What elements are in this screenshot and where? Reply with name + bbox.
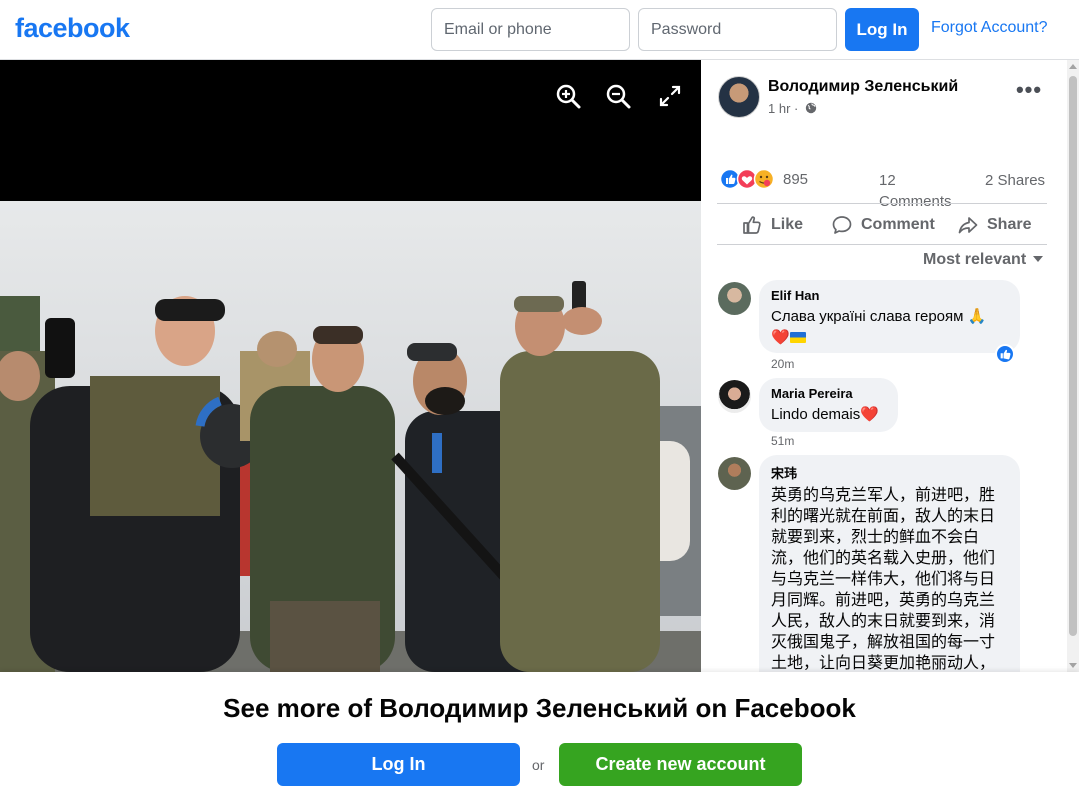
or-separator: or [532, 757, 545, 773]
scroll-down-icon[interactable] [1069, 663, 1077, 668]
commenter-name[interactable]: Elif Han [771, 288, 1008, 303]
chevron-down-icon[interactable] [1033, 256, 1043, 262]
comment-button[interactable]: Comment [831, 210, 935, 240]
like-reaction-badge[interactable] [995, 344, 1015, 364]
photo-viewer [0, 60, 701, 672]
post-time[interactable]: 1 hr · [768, 101, 798, 116]
zoom-out-icon[interactable] [604, 82, 632, 110]
facebook-logo[interactable]: facebook [15, 13, 130, 44]
comment-bubble: Maria Pereira Lindo demais❤️ [759, 378, 898, 432]
post-photo[interactable] [0, 201, 701, 672]
panel-scrollbar[interactable] [1067, 60, 1079, 672]
commenter-avatar[interactable] [718, 380, 751, 413]
more-options-button[interactable]: ••• [1015, 79, 1043, 108]
like-button[interactable]: Like [741, 210, 803, 240]
sort-comments-dropdown[interactable]: Most relevant [923, 251, 1026, 269]
divider [717, 203, 1047, 204]
like-label: Like [771, 216, 804, 233]
top-bar: facebook Log In Forgot Account? [0, 0, 1079, 60]
comment-icon [832, 216, 852, 234]
cta-login-button[interactable]: Log In [277, 743, 520, 786]
login-prompt-banner: See more of Володимир Зеленський on Face… [0, 672, 1079, 800]
comment-time[interactable]: 51m [771, 434, 794, 448]
commenter-name[interactable]: Maria Pereira [771, 386, 886, 401]
share-label: Share [987, 216, 1032, 233]
author-name[interactable]: Володимир Зеленський [768, 78, 958, 96]
reaction-count[interactable]: 895 [783, 171, 808, 188]
comment-label: Comment [861, 216, 935, 233]
globe-icon [805, 102, 817, 114]
commenter-avatar[interactable] [718, 282, 751, 315]
comments-count[interactable]: 12 Comments [879, 170, 969, 212]
commenter-avatar[interactable] [718, 457, 751, 490]
zoom-in-icon[interactable] [554, 82, 582, 110]
comment-text: 英勇的乌克兰军人，前进吧，胜利的曙光就在前面，敌人的末日就要到来，烈士的鲜血不会… [771, 487, 996, 672]
email-input[interactable] [431, 8, 630, 51]
scrollbar-thumb[interactable] [1069, 76, 1077, 636]
thumbs-up-icon [743, 216, 761, 234]
login-button[interactable]: Log In [845, 8, 919, 51]
commenter-name[interactable]: 宋玮 [771, 463, 1008, 482]
scroll-up-icon[interactable] [1069, 64, 1077, 69]
ukraine-flag-icon [789, 332, 806, 343]
comment-time[interactable]: 20m [771, 357, 794, 371]
divider [717, 244, 1047, 245]
comment-text: Lindo demais❤️ [771, 406, 879, 423]
share-button[interactable]: Share [957, 210, 1031, 240]
comment-bubble: 宋玮 英勇的乌克兰军人，前进吧，胜利的曙光就在前面，敌人的末日就要到来，烈士的鲜… [759, 455, 1020, 672]
share-icon [958, 217, 978, 234]
comment-text: Слава україні слава героям 🙏 ❤️ [771, 308, 987, 346]
comment-bubble: Elif Han Слава україні слава героям 🙏 ❤️ [759, 280, 1020, 353]
thumbs-up-icon [1000, 349, 1011, 360]
forgot-account-link[interactable]: Forgot Account? [931, 19, 1048, 37]
cta-title: See more of Володимир Зеленський on Face… [223, 693, 856, 723]
create-account-button[interactable]: Create new account [559, 743, 802, 786]
post-panel: Володимир Зеленський 1 hr · ••• 895 12 C… [701, 60, 1079, 672]
shares-count[interactable]: 2 Shares [985, 170, 1055, 191]
author-avatar[interactable] [718, 76, 760, 118]
fullscreen-icon[interactable] [656, 82, 684, 110]
password-input[interactable] [638, 8, 837, 51]
reaction-icons[interactable] [719, 168, 777, 190]
